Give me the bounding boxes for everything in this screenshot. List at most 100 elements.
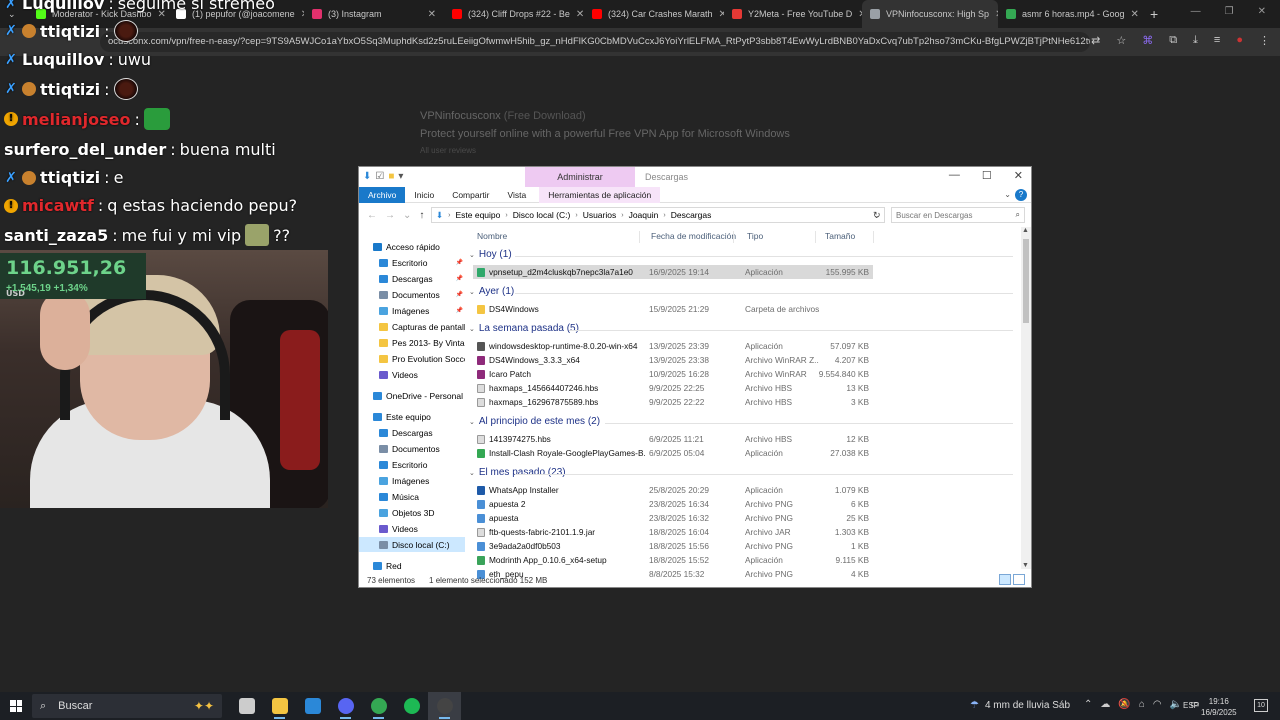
ribbon-tab[interactable]: Inicio [405, 187, 443, 203]
explorer-close-icon[interactable]: ✕ [1014, 169, 1023, 182]
nav-item[interactable]: Pes 2013- By Vintag [359, 335, 465, 350]
browser-tab[interactable]: VPNinfocusconx: High Sp✕ [862, 0, 998, 28]
start-windows-icon[interactable] [10, 700, 22, 712]
file-row[interactable]: Icaro Patch 10/9/2025 16:28 Archivo WinRAR… [473, 367, 873, 381]
group-header[interactable]: ⌄ La semana pasada (5) [469, 323, 579, 334]
nav-item[interactable]: Escritorio 📌 [359, 255, 465, 270]
search-input[interactable]: Buscar en Descargas ⌕ [891, 207, 1025, 223]
download-icon[interactable]: ⤓ [1193, 34, 1198, 47]
close-icon[interactable]: ✕ [1258, 6, 1266, 17]
file-row[interactable]: DS4Windows 15/9/2025 21:29 Carpeta de arch… [473, 302, 873, 316]
back-arrow-icon[interactable]: ← [367, 210, 377, 221]
nav-item[interactable]: Red [359, 558, 465, 573]
chat-username[interactable]: ttiqtizi [40, 80, 100, 99]
wifi-icon[interactable]: ◠ [1153, 699, 1162, 710]
browser-tab[interactable]: asmr 6 horas.mp4 - Goog ✕ [998, 0, 1140, 28]
menu-icon[interactable]: ⋮ [1259, 34, 1270, 47]
nav-item[interactable]: Documentos [359, 441, 465, 456]
nav-item[interactable]: Descargas [359, 425, 465, 440]
breadcrumb[interactable]: ⬇ › Este equipo › Disco local (C:) › Usuarios… [431, 207, 885, 223]
nav-item[interactable]: Videos [359, 367, 465, 382]
file-row[interactable]: haxmaps_145664407246.hbs 9/9/2025 22:25 Ar… [473, 381, 873, 395]
chat-username[interactable]: Luquillov [22, 0, 104, 13]
extension-icon[interactable]: ⌘ [1142, 34, 1153, 47]
folder-icon[interactable]: ■ [388, 171, 394, 182]
group-header[interactable]: ⌄ El mes pasado (23) [469, 467, 566, 478]
quick-access-chevron-icon[interactable]: ▾ [398, 171, 403, 182]
tab-close-icon[interactable]: ✕ [1131, 9, 1139, 20]
file-row[interactable]: apuesta 2 23/8/2025 16:34 Archivo PNG 6 KB [473, 497, 873, 511]
bookmark-star-icon[interactable]: ☆ [1116, 34, 1126, 47]
file-row[interactable]: Modrinth App_0.10.6_x64-setup 18/8/2025 1… [473, 553, 873, 567]
file-row[interactable]: ftb-quests-fabric-2101.1.9.jar 18/8/2025 … [473, 525, 873, 539]
spotify-taskbar-button[interactable] [395, 692, 428, 720]
recent-chevron-icon[interactable]: ⌄ [403, 210, 411, 221]
up-arrow-icon[interactable]: ↑ [419, 210, 424, 221]
context-tab-manage[interactable]: Administrar [525, 167, 635, 187]
media-icon[interactable]: ≡ [1214, 34, 1220, 47]
nav-item[interactable]: Documentos 📌 [359, 287, 465, 302]
explorer-minimize-icon[interactable]: — [949, 169, 960, 182]
breadcrumb-item[interactable]: Usuarios [583, 210, 617, 220]
breadcrumb-item[interactable]: Descargas [671, 210, 712, 220]
notification-center[interactable]: 10 [1254, 699, 1268, 712]
file-row[interactable]: haxmaps_162967875589.hbs 9/9/2025 22:22 Ar… [473, 395, 873, 409]
ribbon-tab[interactable]: Compartir [443, 187, 498, 203]
group-header[interactable]: ⌄ Hoy (1) [469, 249, 512, 260]
volume-icon[interactable]: 🔈 [1170, 699, 1182, 710]
nav-item[interactable]: Acceso rápido [359, 239, 465, 254]
nav-item[interactable]: Pro Evolution Socce [359, 351, 465, 366]
forward-arrow-icon[interactable]: → [385, 210, 395, 221]
file-row[interactable]: WhatsApp Installer 25/8/2025 20:29 Aplicac… [473, 483, 873, 497]
tab-close-icon[interactable]: ✕ [428, 9, 436, 20]
weather-widget[interactable]: ☂ 4 mm de lluvia Sáb [970, 700, 1070, 711]
file-row[interactable]: DS4Windows_3.3.3_x64 13/9/2025 23:38 Archi… [473, 353, 873, 367]
browser-tab[interactable]: Y2Meta - Free YouTube D✕ [724, 0, 862, 28]
network-icon[interactable]: ⌂ [1139, 699, 1145, 710]
nav-item[interactable]: Disco local (C:) [359, 537, 465, 552]
maximize-icon[interactable]: ❐ [1225, 6, 1234, 17]
browser-tab[interactable]: (324) Cliff Drops #22 - Be ✕ [444, 0, 584, 28]
file-explorer-taskbar-button[interactable] [263, 692, 296, 720]
ribbon-tab[interactable]: Vista [499, 187, 536, 203]
file-row[interactable]: windowsdesktop-runtime-8.0.20-win-x64 13/… [473, 339, 873, 353]
column-type[interactable]: Tipo [747, 231, 763, 241]
url-field[interactable]: ocusconx.com/vpn/free-n-easy/?cep=9TS9A5… [100, 32, 1090, 52]
file-list-scrollbar[interactable]: ▲ ▼ [1021, 227, 1031, 569]
nav-item[interactable]: Imágenes 📌 [359, 303, 465, 318]
page-reviews-link[interactable]: All user reviews [420, 146, 790, 155]
task-view-taskbar-button[interactable] [230, 692, 263, 720]
store-taskbar-button[interactable] [296, 692, 329, 720]
column-size[interactable]: Tamaño [825, 231, 855, 241]
chat-username[interactable]: Luquillov [22, 50, 104, 69]
new-tab-button[interactable]: + [1140, 6, 1168, 22]
breadcrumb-item[interactable]: Este equipo [455, 210, 500, 220]
file-row[interactable]: Install-Clash Royale-GooglePlayGames-B..… [473, 446, 873, 460]
chat-username[interactable]: ttiqtizi [40, 168, 100, 187]
clock[interactable]: 19:16 16/9/2025 [1201, 696, 1237, 718]
nav-item[interactable]: Capturas de pantall [359, 319, 465, 334]
nav-item[interactable]: Videos [359, 521, 465, 536]
details-view-icon[interactable] [999, 574, 1011, 585]
browser-tab[interactable]: (3) Instagram ✕ [304, 0, 444, 28]
chrome-taskbar-button[interactable] [362, 692, 395, 720]
discord-taskbar-button[interactable] [329, 692, 362, 720]
nav-item[interactable]: OneDrive - Personal [359, 388, 465, 403]
translate-icon[interactable]: ⇄ [1091, 34, 1100, 47]
group-header[interactable]: ⌄ Al principio de este mes (2) [469, 416, 600, 427]
ribbon-expand-icon[interactable]: ⌄ [1004, 190, 1011, 199]
column-date[interactable]: Fecha de modificación [651, 231, 736, 241]
onedrive-icon[interactable]: ☁ [1100, 699, 1110, 710]
chat-username[interactable]: melianjoseo [22, 110, 131, 129]
scroll-up-icon[interactable]: ▲ [1022, 227, 1029, 234]
browser-tab[interactable]: (324) Car Crashes Marath ✕ [584, 0, 724, 28]
chat-username[interactable]: surfero_del_under [4, 140, 166, 159]
chat-username[interactable]: ttiqtizi [40, 22, 100, 41]
nav-item[interactable]: Este equipo [359, 409, 465, 424]
tray-chevron-icon[interactable]: ⌃ [1084, 699, 1092, 710]
down-arrow-icon[interactable]: ⬇ [363, 171, 371, 182]
breadcrumb-item[interactable]: Joaquin [629, 210, 659, 220]
file-row[interactable]: vpnsetup_d2m4cluskqb7nepc3la7a1e0 16/9/20… [473, 265, 873, 279]
ribbon-tab[interactable]: Archivo [359, 186, 406, 203]
nav-item[interactable]: Objetos 3D [359, 505, 465, 520]
